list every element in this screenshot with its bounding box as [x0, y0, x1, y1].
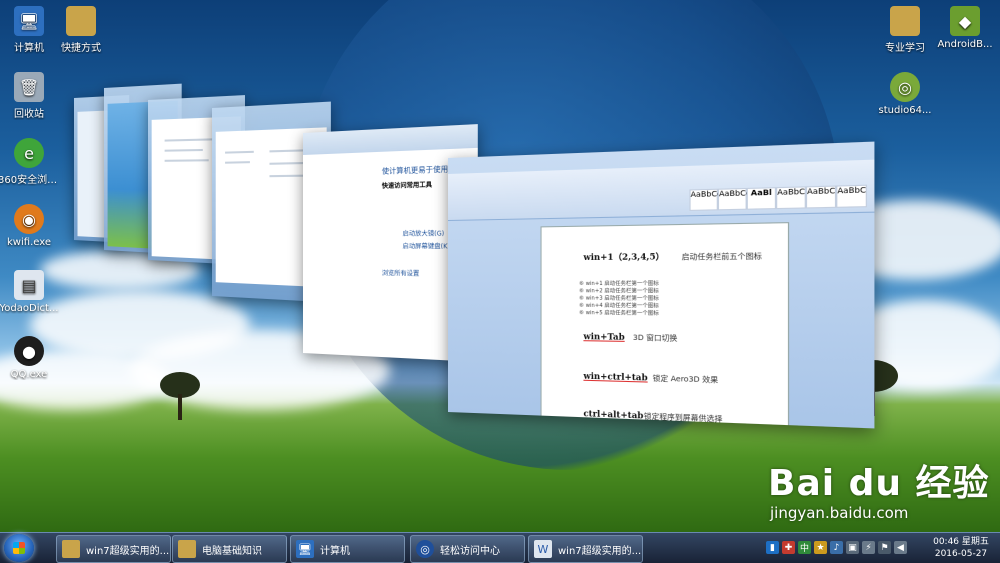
power-icon[interactable]: ⚡ — [862, 541, 875, 554]
desktop-icon-label: AndroidB... — [937, 39, 993, 50]
taskbar-button-basics[interactable]: 电脑基础知识 — [172, 535, 287, 563]
folder-icon — [178, 540, 196, 558]
desktop-icon-youdao[interactable]: ▤ YodaoDict... — [0, 270, 60, 314]
desktop-icon-label: 360安全浏览器 — [0, 175, 60, 186]
desktop-icon-studio64[interactable]: ◎ studio64... — [874, 72, 936, 116]
baidu-jingyan-watermark: Bai du 经验 jingyan.baidu.com — [768, 454, 993, 526]
clock-date: 2016-05-27 — [934, 549, 988, 559]
taskbar-button-ease-of-access[interactable]: ◎ 轻松访问中心 — [410, 535, 525, 563]
ribbon-toolbar: AaBbCcDc AaBbCcDc AaBl AaBbC AaBbC AaBbC — [448, 159, 875, 221]
taskbar-button-label: 计算机 — [320, 545, 350, 557]
qq-penguin-icon: ● — [14, 336, 44, 366]
monitor-icon[interactable]: ▣ — [846, 541, 859, 554]
desktop-icon-android[interactable]: ◆ AndroidB... — [934, 6, 996, 50]
desktop-icon-label: 回收站 — [14, 109, 44, 120]
clock-time: 00:46 星期五 — [933, 537, 989, 547]
flag-icon[interactable]: ⚑ — [878, 541, 891, 554]
desktop-icon-kwifi[interactable]: ◉ kwifi.exe — [0, 204, 60, 248]
desktop-icon-label: kwifi.exe — [7, 237, 51, 248]
desktop-icon-label: studio64... — [878, 105, 932, 116]
desktop-icon-shortcut[interactable]: 快捷方式 — [50, 6, 112, 54]
android-icon: ◆ — [950, 6, 980, 36]
update-icon[interactable]: ★ — [814, 541, 827, 554]
ime-icon[interactable]: 中 — [798, 541, 811, 554]
style-nospacing[interactable]: AaBbCcDc — [717, 187, 761, 211]
tree-left — [160, 372, 200, 422]
doc-line-3-key: win+ctrl+tab — [583, 370, 648, 383]
style-heading1[interactable]: AaBl — [746, 187, 777, 210]
doc-line-2-key: win+Tab — [583, 330, 625, 342]
access-section: 浏览所有设置 — [381, 269, 420, 278]
folder-icon — [66, 6, 96, 36]
style-title[interactable]: AaBbC — [805, 185, 837, 209]
doc-line-1-desc: 启动任务栏前五个图标 — [681, 252, 762, 262]
network-icon[interactable]: ▮ — [766, 541, 779, 554]
browser-360-icon: e — [14, 138, 44, 168]
taskbar-button-label: win7超级实用的... — [86, 545, 170, 557]
desktop-icon-360-browser[interactable]: e 360安全浏览器 — [0, 138, 60, 186]
ease-of-access-icon: ◎ — [416, 540, 434, 558]
desktop-icon-study-folder[interactable]: 专业学习 — [874, 6, 936, 54]
system-tray: ▮ ✚ 中 ★ ♪ ▣ ⚡ ⚑ ◀ — [766, 541, 907, 557]
computer-icon: 🖥 — [14, 6, 44, 36]
start-button[interactable] — [4, 534, 34, 562]
clock[interactable]: 00:46 星期五 2016-05-27 — [926, 536, 996, 560]
word-document-icon: W — [534, 540, 552, 558]
style-normal[interactable]: AaBbCcDc — [689, 188, 732, 211]
folder-icon — [890, 6, 920, 36]
android-studio-icon: ◎ — [890, 72, 920, 102]
doc-list-item: ⑥ win+5 启动任务栏第一个图标 — [579, 309, 659, 317]
flip3d-window-word-document[interactable]: AaBbCcDc AaBbCcDc AaBl AaBbC AaBbC AaBbC… — [448, 141, 875, 429]
volume-icon[interactable]: ♪ — [830, 541, 843, 554]
taskbar-button-label: win7超级实用的... — [558, 545, 642, 557]
taskbar-button-computer[interactable]: 🖥 计算机 — [290, 535, 405, 563]
desktop-icon-label: 快捷方式 — [61, 43, 101, 54]
baidu-logo: Bai du 经验 — [768, 463, 990, 504]
watermark-url: jingyan.baidu.com — [770, 504, 909, 522]
doc-list: ⑥ win+1 启动任务栏第一个图标 ⑥ win+2 启动任务栏第一个图标 ⑥ … — [579, 281, 659, 318]
desktop-icon-label: YodaoDict... — [0, 303, 59, 314]
desktop-icon-qq[interactable]: ● QQ.exe — [0, 336, 60, 380]
taskbar-button-doc2[interactable]: W win7超级实用的... — [528, 535, 643, 563]
speaker-icon[interactable]: ◀ — [894, 541, 907, 554]
taskbar-button-label: 轻松访问中心 — [440, 545, 500, 557]
desktop-icon-label: QQ.exe — [10, 369, 48, 380]
access-subheading: 快速访问常用工具 — [381, 181, 433, 191]
wifi-icon: ◉ — [14, 204, 44, 234]
computer-icon: 🖥 — [296, 540, 314, 558]
desktop-icon-label: 专业学习 — [885, 43, 925, 54]
doc-line-3-desc: 锁定 Aero3D 效果 — [652, 374, 719, 385]
windows-logo-icon — [13, 542, 25, 554]
style-heading2[interactable]: AaBbC — [776, 186, 806, 210]
desktop-icon-recycle-bin[interactable]: 🗑 回收站 — [0, 72, 60, 120]
taskbar-button-label: 电脑基础知识 — [202, 545, 262, 557]
access-item-magnifier[interactable]: 启动放大镜(G) — [402, 228, 444, 238]
desktop: 🖥 计算机 快捷方式 🗑 回收站 e 360安全浏览器 ◉ kwifi.exe … — [0, 0, 1000, 532]
folder-icon — [62, 540, 80, 558]
doc-list-item: ⑥ win+1 启动任务栏第一个图标 — [579, 280, 659, 288]
recycle-bin-icon: 🗑 — [14, 72, 44, 102]
document-page[interactable]: win+1（2,3,4,5） 启动任务栏前五个图标 ⑥ win+1 启动任务栏第… — [540, 222, 790, 428]
access-item-keyboard[interactable]: 启动屏幕键盘(K) — [402, 241, 449, 250]
access-heading: 使计算机更易于使用 — [381, 165, 449, 176]
taskbar: win7超级实用的... 电脑基础知识 🖥 计算机 ◎ 轻松访问中心 W win… — [0, 532, 1000, 563]
security-shield-icon[interactable]: ✚ — [782, 541, 795, 554]
dictionary-icon: ▤ — [14, 270, 44, 300]
taskbar-button-doc1[interactable]: win7超级实用的... — [56, 535, 171, 563]
doc-line-1-key: win+1（2,3,4,5） — [583, 250, 665, 263]
style-subtitle[interactable]: AaBbC — [836, 184, 867, 208]
doc-line-2-desc: 3D 窗口切换 — [632, 333, 678, 343]
